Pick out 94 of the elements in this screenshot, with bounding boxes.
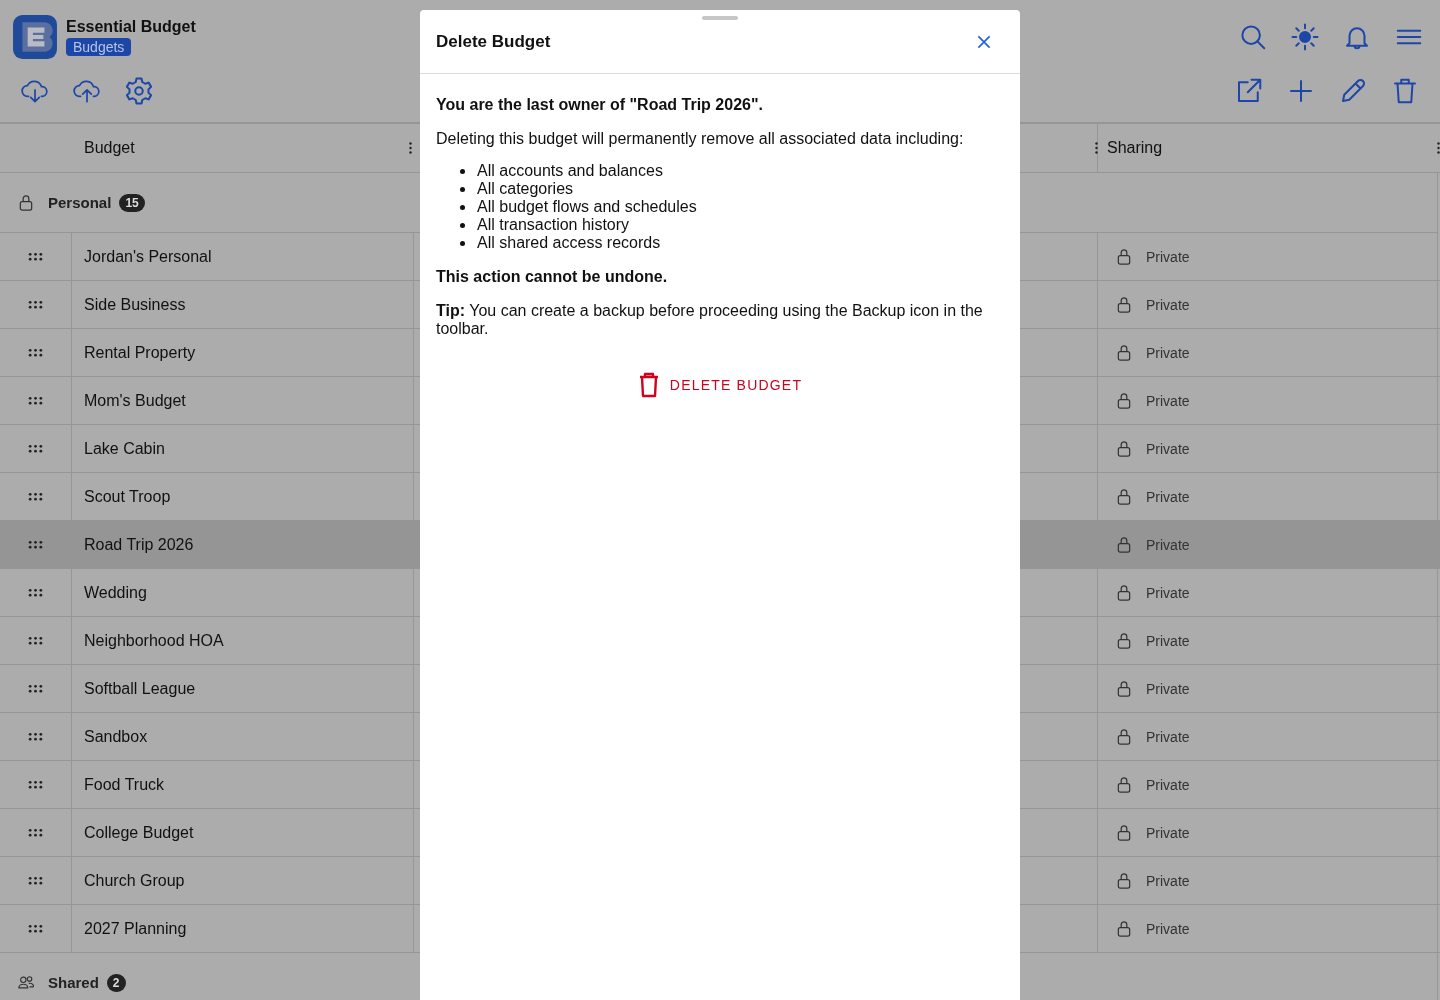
budget-name: Road Trip 2026 (84, 535, 194, 554)
bullet-icon (460, 204, 465, 210)
sharing-status: Private (1146, 296, 1190, 313)
budget-name: Rental Property (84, 343, 196, 362)
lock-icon (1116, 344, 1132, 361)
drag-handle-icon[interactable] (28, 828, 43, 837)
budget-name: Food Truck (84, 775, 165, 794)
budget-name: Side Business (84, 295, 186, 314)
budget-name: 2027 Planning (84, 919, 187, 938)
drag-handle-icon[interactable] (28, 876, 43, 885)
app-logo (12, 14, 58, 60)
lock-icon (1116, 536, 1132, 553)
lock-icon (1116, 632, 1132, 649)
drag-handle-icon[interactable] (28, 492, 43, 501)
group-label[interactable]: Shared (48, 974, 99, 991)
column-menu-icon[interactable] (1095, 142, 1098, 154)
drag-handle-icon[interactable] (28, 396, 43, 405)
dialog-text: Deleting this budget will permanently remove all associated data including: (436, 130, 965, 148)
app-name: Essential Budget (66, 18, 196, 36)
sharing-status: Private (1146, 536, 1190, 553)
column-menu-icon[interactable] (409, 142, 412, 154)
list-item: All shared access records (477, 234, 661, 252)
budget-name: Mom's Budget (84, 391, 186, 410)
group-label[interactable]: Personal (48, 194, 112, 211)
sharing-status: Private (1146, 392, 1190, 409)
lock-icon (18, 194, 34, 211)
budget-name: Jordan's Personal (84, 247, 212, 266)
close-icon[interactable] (976, 33, 992, 50)
sharing-status: Private (1146, 872, 1190, 889)
sharing-status: Private (1146, 584, 1190, 601)
sharing-status: Private (1146, 632, 1190, 649)
budget-name: Softball League (84, 679, 196, 698)
sharing-status: Private (1146, 920, 1190, 937)
sharing-status: Private (1146, 728, 1190, 745)
lock-icon (1116, 488, 1132, 505)
dialog-title: Delete Budget (436, 31, 551, 52)
drag-handle-icon[interactable] (28, 924, 43, 933)
lock-icon (1116, 584, 1132, 601)
bullet-icon (460, 222, 465, 228)
drag-handle-icon[interactable] (28, 540, 43, 549)
search-icon[interactable] (1238, 22, 1268, 52)
budget-name: Wedding (84, 583, 147, 602)
count-badge: 2 (106, 973, 126, 992)
list-item: All categories (477, 180, 574, 198)
drag-handle-icon[interactable] (28, 348, 43, 357)
drag-handle-icon[interactable] (28, 732, 43, 741)
lock-icon (1116, 392, 1132, 409)
bullet-icon (460, 168, 465, 174)
drag-handle-icon[interactable] (28, 780, 43, 789)
count-badge: 15 (119, 193, 145, 212)
drag-handle[interactable] (702, 16, 738, 20)
bullet-icon (460, 240, 465, 246)
list-item: All budget flows and schedules (477, 198, 697, 216)
lock-icon (1116, 872, 1132, 889)
list-item: All accounts and balances (477, 162, 663, 180)
bullet-icon (460, 186, 465, 192)
budget-name: Church Group (84, 871, 185, 890)
column-header[interactable]: Sharing (1107, 139, 1428, 157)
budget-name: College Budget (84, 823, 194, 842)
lock-icon (1116, 440, 1132, 457)
sharing-status: Private (1146, 440, 1190, 457)
people-icon (18, 974, 34, 991)
lock-icon (1116, 248, 1132, 265)
budget-name: Neighborhood HOA (84, 631, 224, 650)
column-menu-icon[interactable] (1437, 142, 1440, 154)
sharing-status: Private (1146, 488, 1190, 505)
sharing-status: Private (1146, 824, 1190, 841)
lock-icon (1116, 680, 1132, 697)
drag-handle-icon[interactable] (28, 300, 43, 309)
budget-name: Scout Troop (84, 487, 171, 506)
drag-handle-icon[interactable] (28, 588, 43, 597)
drag-handle-icon[interactable] (28, 252, 43, 261)
budget-name: Lake Cabin (84, 439, 165, 458)
budget-name: Sandbox (84, 727, 148, 746)
sharing-status: Private (1146, 776, 1190, 793)
list-item: All transaction history (477, 216, 630, 234)
lock-icon (1116, 776, 1132, 793)
sharing-status: Private (1146, 344, 1190, 361)
dialog-heading: You are the last owner of "Road Trip 2026". (436, 96, 764, 114)
lock-icon (1116, 728, 1132, 745)
lock-icon (1116, 920, 1132, 937)
drag-handle-icon[interactable] (28, 684, 43, 693)
lock-icon (1116, 296, 1132, 313)
drag-handle-icon[interactable] (28, 444, 43, 453)
sharing-status: Private (1146, 248, 1190, 265)
sharing-status: Private (1146, 680, 1190, 697)
warning-text: This action cannot be undone. (436, 268, 669, 286)
lock-icon (1116, 824, 1132, 841)
column-header[interactable]: Budget (84, 139, 135, 157)
sun-icon[interactable] (1290, 22, 1320, 52)
section-badge: Budgets (66, 38, 132, 56)
settings-icon[interactable] (124, 76, 154, 106)
trash-icon (637, 372, 660, 398)
drag-handle-icon[interactable] (28, 636, 43, 645)
